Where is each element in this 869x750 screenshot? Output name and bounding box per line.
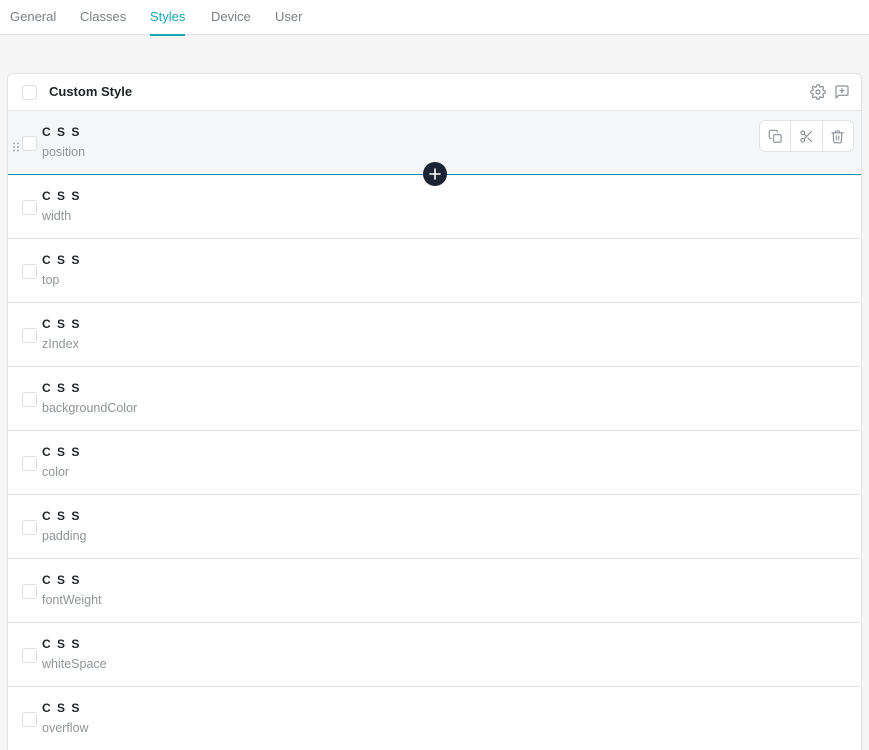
row-property-name: whiteSpace [42, 657, 107, 671]
trash-icon [831, 129, 844, 143]
insert-row-button[interactable] [423, 162, 447, 186]
tab-device[interactable]: Device [211, 0, 251, 35]
style-row[interactable]: C S S top [8, 239, 861, 303]
custom-style-panel: Custom Style C S S position C S S width … [7, 73, 862, 750]
row-property-name: color [42, 465, 70, 479]
row-checkbox[interactable] [22, 328, 37, 343]
row-type-label: C S S [42, 189, 81, 203]
row-property-name: width [42, 209, 72, 223]
style-row[interactable]: C S S color [8, 431, 861, 495]
row-property-name: zIndex [42, 337, 79, 351]
row-type-label: C S S [42, 125, 81, 139]
cut-button[interactable] [791, 121, 823, 151]
row-property-name: top [42, 273, 60, 287]
row-property-name: padding [42, 529, 87, 543]
panel-header: Custom Style [8, 74, 861, 111]
row-type-label: C S S [42, 381, 81, 395]
style-row[interactable]: C S S fontWeight [8, 559, 861, 623]
gear-icon[interactable] [810, 84, 826, 100]
style-row[interactable]: C S S overflow [8, 687, 861, 750]
plus-icon [429, 168, 441, 180]
row-type-label: C S S [42, 253, 81, 267]
copy-button[interactable] [760, 121, 792, 151]
row-type-label: C S S [42, 701, 81, 715]
row-checkbox[interactable] [22, 392, 37, 407]
style-row[interactable]: C S S zIndex [8, 303, 861, 367]
row-type-label: C S S [42, 573, 81, 587]
row-checkbox[interactable] [22, 712, 37, 727]
row-property-name: fontWeight [42, 593, 102, 607]
tab-general[interactable]: General [10, 0, 56, 35]
row-checkbox[interactable] [22, 520, 37, 535]
style-row[interactable]: C S S padding [8, 495, 861, 559]
row-checkbox[interactable] [22, 584, 37, 599]
panel-title: Custom Style [49, 84, 133, 99]
style-row[interactable]: C S S backgroundColor [8, 367, 861, 431]
delete-button[interactable] [823, 121, 853, 151]
row-action-group [759, 120, 854, 152]
row-type-label: C S S [42, 509, 81, 523]
row-checkbox[interactable] [22, 264, 37, 279]
row-type-label: C S S [42, 637, 81, 651]
row-checkbox[interactable] [22, 456, 37, 471]
row-checkbox[interactable] [22, 200, 37, 215]
row-type-label: C S S [42, 317, 81, 331]
row-checkbox[interactable] [22, 648, 37, 663]
scissors-icon [800, 129, 813, 143]
row-property-name: overflow [42, 721, 89, 735]
tab-classes[interactable]: Classes [80, 0, 126, 35]
drag-handle-icon[interactable] [12, 139, 20, 152]
copy-icon [768, 129, 782, 143]
tab-styles[interactable]: Styles [150, 0, 186, 36]
row-type-label: C S S [42, 445, 81, 459]
tab-user[interactable]: User [275, 0, 302, 35]
row-property-name: position [42, 145, 86, 159]
row-property-name: backgroundColor [42, 401, 138, 415]
tab-bar: General Classes Styles Device User [0, 0, 869, 36]
add-comment-icon[interactable] [834, 84, 850, 100]
select-all-checkbox[interactable] [22, 85, 37, 100]
style-row[interactable]: C S S whiteSpace [8, 623, 861, 687]
row-checkbox[interactable] [22, 136, 37, 151]
